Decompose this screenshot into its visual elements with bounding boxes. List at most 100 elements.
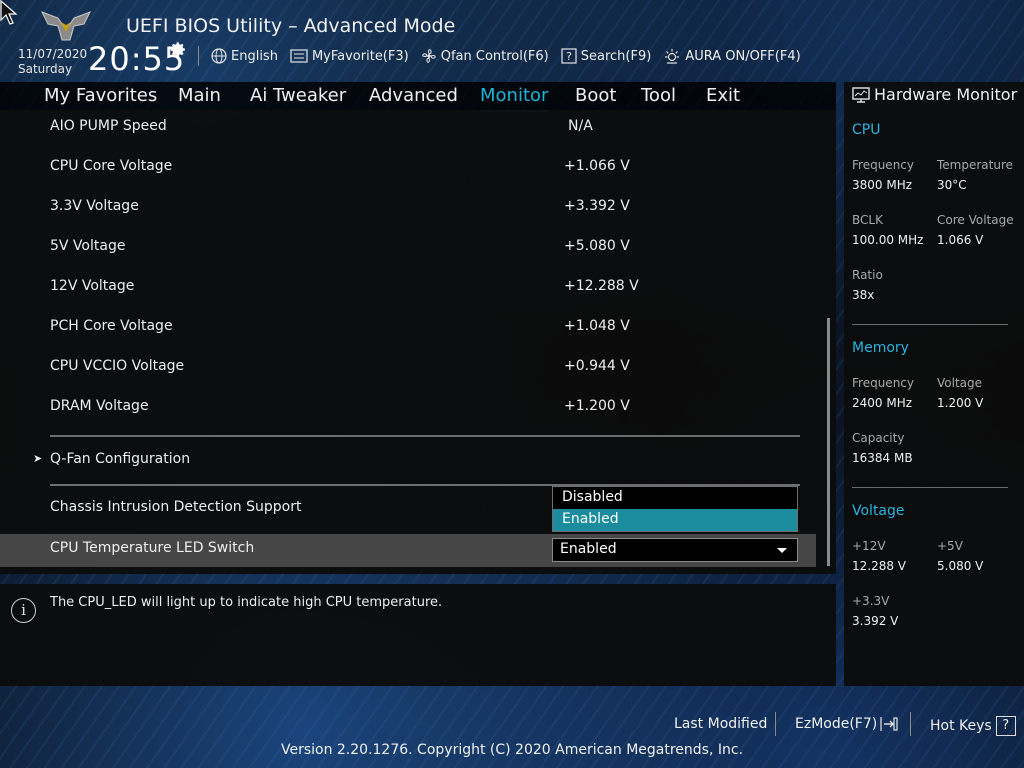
cpu-temp-led-select[interactable]: Enabled — [552, 538, 798, 562]
section-divider — [852, 487, 1008, 488]
hardware-monitor-panel: Hardware Monitor CPU Frequency Temperatu… — [844, 82, 1024, 686]
setting-label: AIO PUMP Speed — [50, 118, 167, 134]
main-menu-tabs: My Favorites Main Ai Tweaker Advanced Mo… — [0, 82, 836, 112]
tuf-logo-icon — [40, 11, 92, 41]
tab-monitor[interactable]: Monitor — [480, 85, 549, 112]
hardware-monitor-title: Hardware Monitor — [852, 85, 1017, 104]
last-modified-button[interactable]: Last Modified — [674, 716, 767, 732]
memory-voltage-label: Voltage — [937, 376, 983, 390]
cpu-section-heading: CPU — [852, 122, 881, 138]
submenu-arrow-icon: ➤ — [33, 452, 43, 465]
globe-icon — [211, 48, 227, 64]
setting-label: DRAM Voltage — [50, 398, 149, 414]
qfan-configuration-submenu[interactable]: ➤ Q-Fan Configuration — [0, 443, 816, 483]
memory-section-heading: Memory — [852, 340, 909, 356]
voltage-section-heading: Voltage — [852, 503, 905, 519]
memory-capacity-value: 16384 MB — [852, 451, 913, 465]
v5-value: 5.080 V — [937, 559, 984, 573]
day-text: Saturday — [18, 62, 73, 76]
memory-capacity-label: Capacity — [852, 431, 905, 445]
setting-value: +1.066 V — [564, 158, 630, 174]
tab-boot[interactable]: Boot — [575, 85, 616, 106]
scrollbar[interactable] — [827, 318, 830, 566]
chassis-intrusion-label: Chassis Intrusion Detection Support — [50, 499, 302, 515]
favorite-list-icon — [290, 49, 308, 63]
qfan-configuration-label: Q-Fan Configuration — [50, 451, 191, 467]
setting-row-cpu-core-voltage[interactable]: CPU Core Voltage +1.066 V — [0, 150, 816, 190]
core-voltage-value: 1.066 V — [937, 233, 984, 247]
ratio-label: Ratio — [852, 268, 883, 282]
language-label: English — [231, 48, 278, 64]
date-text: 11/07/2020 — [18, 47, 88, 61]
v5-label: +5V — [937, 539, 963, 553]
memory-voltage-value: 1.200 V — [937, 396, 984, 410]
footer: Last Modified EzMode(F7) Hot Keys? Versi… — [0, 686, 1024, 768]
setting-value: +5.080 V — [564, 238, 630, 254]
toolbar-divider — [198, 46, 199, 66]
v12-value: 12.288 V — [852, 559, 907, 573]
tab-main[interactable]: Main — [178, 85, 221, 106]
tab-advanced[interactable]: Advanced — [369, 85, 458, 106]
setting-value: +1.048 V — [564, 318, 630, 334]
setting-value: N/A — [568, 118, 593, 134]
tab-ai-tweaker[interactable]: Ai Tweaker — [250, 85, 346, 106]
option-enabled[interactable]: Enabled — [553, 509, 797, 531]
setting-label: CPU VCCIO Voltage — [50, 358, 185, 374]
v12-label: +12V — [852, 539, 886, 553]
setting-row-pch-core-voltage[interactable]: PCH Core Voltage +1.048 V — [0, 310, 816, 350]
setting-label: PCH Core Voltage — [50, 318, 173, 334]
v33-value: 3.392 V — [852, 614, 899, 628]
setting-row-5v-voltage[interactable]: 5V Voltage +5.080 V — [0, 230, 816, 270]
qfan-control-button[interactable]: Qfan Control(F6) — [421, 48, 549, 64]
aura-light-icon — [665, 49, 680, 64]
memory-frequency-value: 2400 MHz — [852, 396, 913, 410]
setting-row-3v3-voltage[interactable]: 3.3V Voltage +3.392 V — [0, 190, 816, 230]
setting-label: 3.3V Voltage — [50, 198, 139, 214]
option-label: Disabled — [562, 489, 623, 505]
setting-row-dram-voltage[interactable]: DRAM Voltage +1.200 V — [0, 390, 816, 430]
select-current-value: Enabled — [560, 541, 617, 557]
setting-label: 5V Voltage — [50, 238, 126, 254]
setting-row-12v-voltage[interactable]: 12V Voltage +12.288 V — [0, 270, 816, 310]
ratio-value: 38x — [852, 288, 875, 302]
tab-exit[interactable]: Exit — [706, 85, 740, 106]
setting-value: +1.200 V — [564, 398, 630, 414]
setting-value: +0.944 V — [564, 358, 630, 374]
info-icon: i — [11, 598, 36, 623]
footer-divider — [775, 712, 776, 736]
setting-label: CPU Core Voltage — [50, 158, 173, 174]
myfavorite-label: MyFavorite(F3) — [311, 48, 409, 64]
svg-text:?: ? — [566, 50, 572, 63]
option-disabled[interactable]: Disabled — [553, 487, 797, 509]
ezmode-button[interactable]: EzMode(F7) — [795, 716, 899, 732]
setting-value: +3.392 V — [564, 198, 630, 214]
hot-keys-button[interactable]: Hot Keys? — [930, 716, 1016, 736]
mouse-cursor-icon — [0, 0, 18, 25]
question-mark-icon: ? — [995, 716, 1016, 736]
options-popup: Disabled Enabled — [552, 486, 798, 532]
section-divider — [50, 435, 800, 437]
section-divider — [852, 324, 1008, 325]
setting-row-cpu-vccio-voltage[interactable]: CPU VCCIO Voltage +0.944 V — [0, 350, 816, 390]
date-display: 11/07/2020 Saturday — [18, 47, 87, 77]
aura-toggle-button[interactable]: AURA ON/OFF(F4) — [663, 48, 801, 64]
setting-row-aio-pump-speed[interactable]: AIO PUMP Speed N/A — [0, 110, 816, 150]
gear-icon[interactable] — [170, 41, 187, 58]
language-button[interactable]: English — [211, 48, 278, 64]
setting-label: 12V Voltage — [50, 278, 135, 294]
cpu-frequency-label: Frequency — [852, 158, 914, 172]
bclk-value: 100.00 MHz — [852, 233, 924, 247]
aura-label: AURA ON/OFF(F4) — [685, 48, 801, 64]
help-text: The CPU_LED will light up to indicate hi… — [50, 595, 443, 610]
search-button[interactable]: ? Search(F9) — [561, 48, 652, 64]
search-label: Search(F9) — [580, 48, 652, 64]
tab-tool[interactable]: Tool — [641, 85, 676, 106]
header: UEFI BIOS Utility – Advanced Mode 11/07/… — [0, 0, 1024, 82]
monitor-screen-icon — [852, 86, 870, 103]
fan-icon — [421, 49, 436, 63]
dropdown-caret-icon — [777, 548, 787, 553]
tab-my-favorites[interactable]: My Favorites — [44, 85, 157, 106]
myfavorite-button[interactable]: MyFavorite(F3) — [290, 49, 409, 64]
hardware-monitor-title-text: Hardware Monitor — [874, 85, 1018, 104]
cpu-temperature-value: 30°C — [937, 178, 967, 192]
